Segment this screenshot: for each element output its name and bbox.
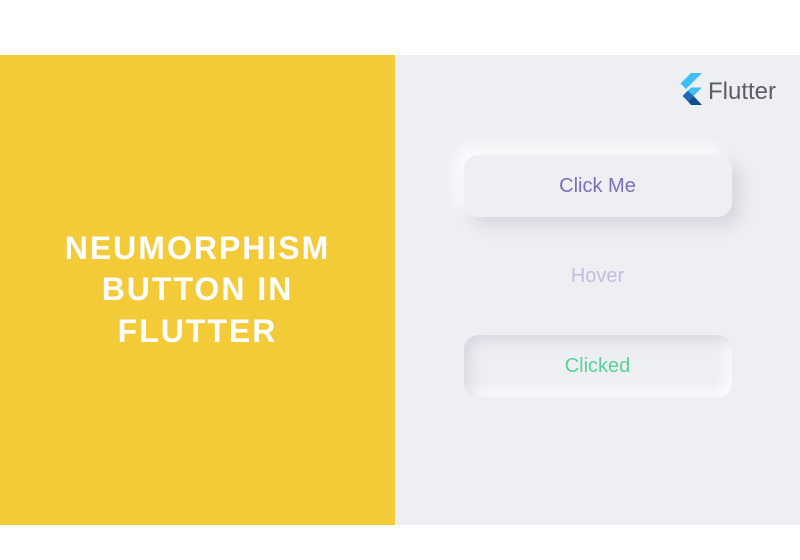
- title-line-1: NEUMORPHISM: [65, 228, 331, 270]
- left-panel: NEUMORPHISM BUTTON IN FLUTTER: [0, 55, 395, 525]
- clicked-label: Clicked: [565, 355, 631, 378]
- hover-button[interactable]: Hover: [464, 245, 732, 307]
- click-me-button[interactable]: Click Me: [464, 155, 732, 217]
- flutter-logo: Flutter: [676, 73, 776, 110]
- content-row: NEUMORPHISM BUTTON IN FLUTTER Flutter Cl…: [0, 55, 800, 525]
- hover-label: Hover: [571, 265, 624, 288]
- flutter-icon: [676, 73, 702, 110]
- click-me-label: Click Me: [559, 175, 636, 198]
- bottom-spacer: [0, 525, 800, 560]
- flutter-logo-text: Flutter: [708, 78, 776, 106]
- right-panel: Flutter Click Me Hover Clicked: [395, 55, 800, 525]
- top-spacer: [0, 0, 800, 55]
- clicked-button[interactable]: Clicked: [464, 335, 732, 397]
- title-line-2: BUTTON IN FLUTTER: [20, 269, 375, 352]
